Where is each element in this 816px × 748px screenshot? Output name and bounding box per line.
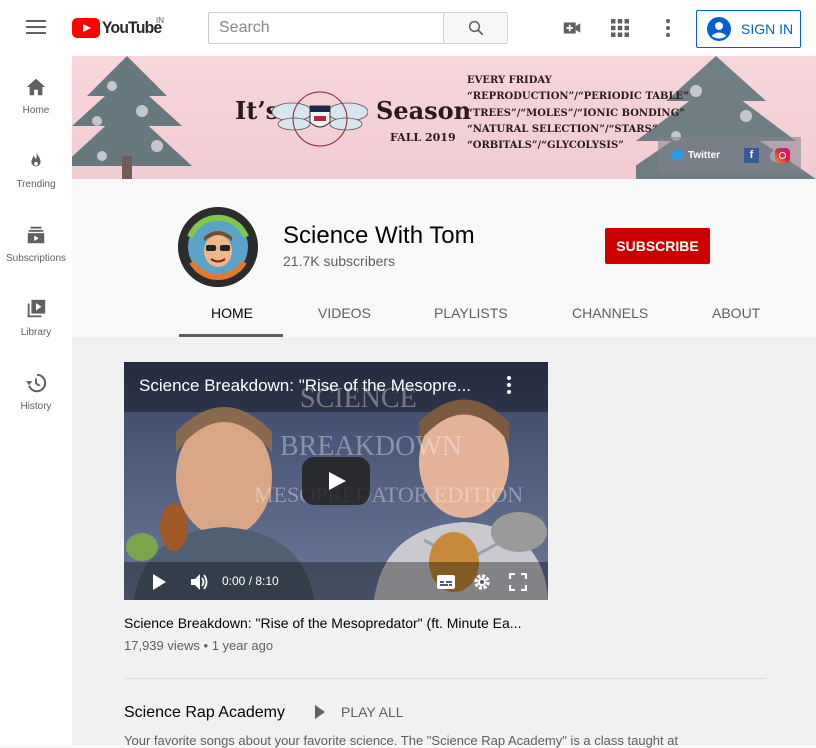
sidebar: Home Trending Subscriptions Library Hist… [0,56,72,745]
subscribe-button[interactable]: SUBSCRIBE [605,228,710,264]
sidebar-item-home[interactable]: Home [0,56,72,130]
logo-text: YouTube [102,18,162,37]
tab-about[interactable]: ABOUT [712,305,760,321]
subscriber-count: 21.7K subscribers [283,253,396,269]
subtitles-icon[interactable] [436,574,456,590]
player-video-title[interactable]: Science Breakdown: "Rise of the Mesopre.… [139,376,471,396]
banner-line: “TREES”/“MOLES”/“IONIC BONDING” [467,107,685,119]
avatar-illustration [178,207,258,287]
library-icon [27,299,46,318]
banner-season-text: Season [376,96,472,125]
channel-avatar[interactable] [178,207,258,287]
video-camera-icon [563,22,581,34]
home-icon [26,78,46,96]
channel-header: Science With Tom 21.7K subscribers SUBSC… [72,179,816,337]
shelf-title[interactable]: Science Rap Academy [124,704,285,722]
featured-video-meta: 17,939 views • 1 year ago [124,638,273,653]
view-count: 17,939 views [124,638,200,653]
banner-line: EVERY FRIDAY [467,75,552,86]
science-rap-academy-emblem [272,91,368,147]
upload-age: 1 year ago [211,638,274,653]
play-all-label: PLAY ALL [341,704,404,720]
video-time: 0:00 / 8:10 [222,574,279,588]
sidebar-item-trending[interactable]: Trending [0,130,72,204]
banner-line: “NATURAL SELECTION”/“STARS” [467,123,658,135]
fire-icon [31,151,41,167]
channel-banner: It’s Season FALL 2019 EVERY FRIDAY “REPR… [72,56,816,179]
youtube-play-icon [72,18,100,38]
sidebar-item-label: Subscriptions [5,253,67,264]
apps-button[interactable] [608,16,632,40]
banner-line: “ORBITALS”/“GLYCOLYSIS” [467,140,624,152]
tree-illustration-left [72,56,192,179]
section-divider [124,678,766,679]
volume-icon[interactable] [189,572,209,592]
featured-video-player[interactable]: SCIENCE BREAKDOWN MESOPREDATOR EDITION S… [124,362,548,600]
banner-fall-text: FALL 2019 [390,131,456,144]
sidebar-item-label: Trending [16,179,56,190]
sidebar-item-label: Home [22,105,50,116]
twitter-icon[interactable] [670,149,684,161]
banner-line: “REPRODUCTION”/“PERIODIC TABLE” [467,91,689,103]
top-bar: YouTube IN Search SIGN IN [0,0,816,56]
meta-separator: • [203,638,212,653]
sidebar-item-subscriptions[interactable]: Subscriptions [0,204,72,278]
twitter-link[interactable]: Twitter [688,150,720,161]
featured-video-title[interactable]: Science Breakdown: "Rise of the Mesopred… [124,615,524,631]
social-links: Twitter f [658,137,801,173]
youtube-logo[interactable]: YouTube IN [72,16,167,38]
tab-home[interactable]: HOME [211,305,253,321]
sign-in-button[interactable]: SIGN IN [696,10,801,48]
search-button[interactable] [443,12,508,44]
menu-icon[interactable] [24,20,48,36]
tab-channels[interactable]: CHANNELS [572,305,648,321]
facebook-icon[interactable]: f [744,148,759,163]
settings-gear-icon[interactable] [472,572,492,592]
subscriptions-icon [27,226,45,244]
region-code: IN [156,16,164,25]
history-icon [25,373,47,393]
search-input[interactable]: Search [208,12,444,44]
instagram-icon[interactable] [775,148,790,163]
tab-playlists[interactable]: PLAYLISTS [434,305,508,321]
fullscreen-icon[interactable] [509,573,527,591]
screen-text-3: MESOPREDATOR EDITION [254,482,523,507]
create-video-button[interactable] [560,16,584,40]
search-icon [468,20,483,36]
screen-text-2: BREAKDOWN [280,431,462,462]
account-icon [707,17,731,41]
more-vertical-icon[interactable] [507,376,513,397]
tab-videos[interactable]: VIDEOS [318,305,371,321]
shelf-description: Your favorite songs about your favorite … [124,733,679,748]
sidebar-item-label: History [20,401,52,412]
sidebar-item-library[interactable]: Library [0,278,72,352]
more-vertical-icon [666,19,670,37]
sidebar-item-history[interactable]: History [0,352,72,426]
channel-name: Science With Tom [283,222,475,249]
sign-in-label: SIGN IN [741,21,794,37]
large-play-button[interactable] [302,457,370,505]
play-icon [315,705,325,719]
apps-grid-icon [611,19,629,37]
channel-home-content: SCIENCE BREAKDOWN MESOPREDATOR EDITION S… [72,337,816,748]
play-icon[interactable] [150,573,168,591]
sidebar-item-label: Library [20,327,52,338]
settings-more-button[interactable] [656,16,680,40]
play-all-button[interactable]: PLAY ALL [313,704,404,720]
banner-schedule: EVERY FRIDAY “REPRODUCTION”/“PERIODIC TA… [467,73,689,154]
